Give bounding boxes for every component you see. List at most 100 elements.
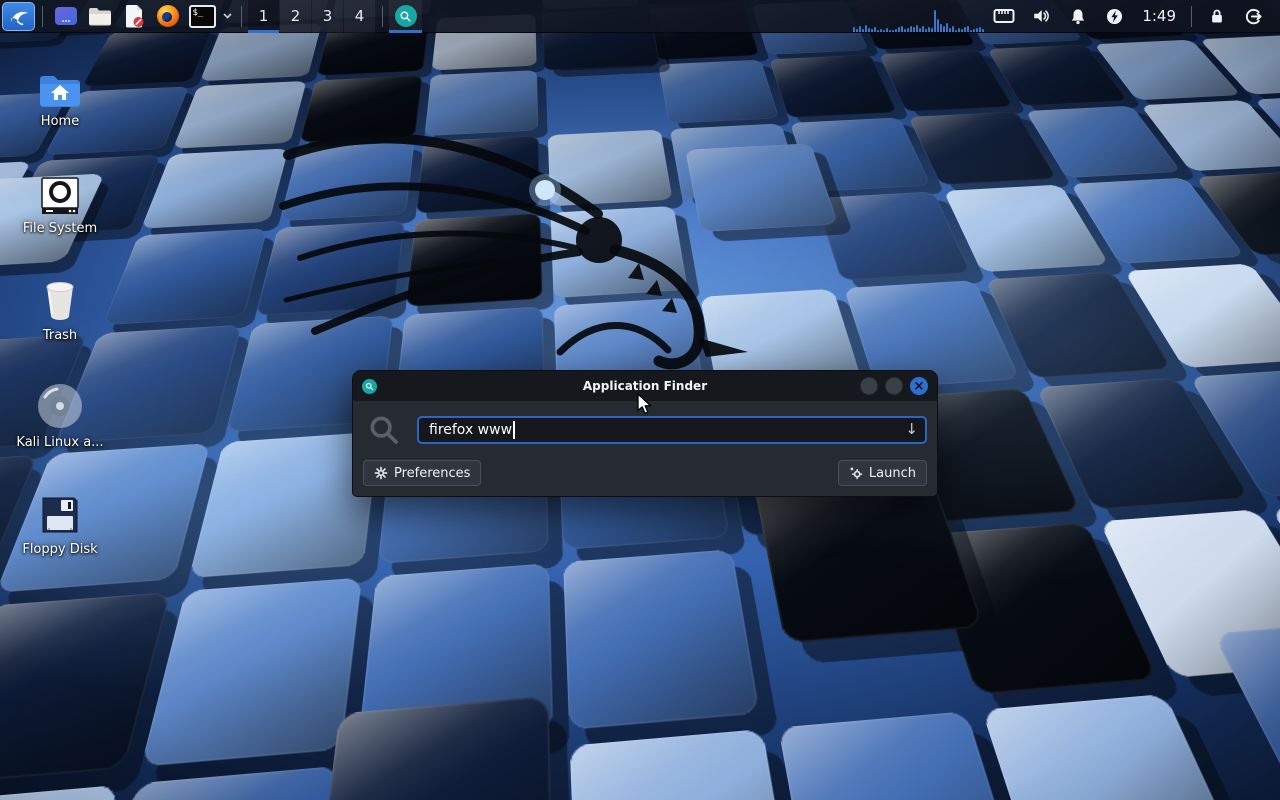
launcher-terminal[interactable]: $_ <box>185 0 219 33</box>
close-button[interactable]: × <box>910 377 928 395</box>
chevron-down-icon <box>223 13 232 19</box>
firefox-icon <box>157 5 179 27</box>
workspace-1[interactable]: 1 <box>248 0 279 33</box>
cpu-bar <box>928 27 930 32</box>
window-title: Application Finder <box>353 379 937 393</box>
cpu-bar <box>943 26 945 32</box>
text-caret <box>513 421 515 439</box>
network-icon[interactable] <box>985 0 1022 33</box>
cpu-bar <box>934 10 936 32</box>
cpu-bar <box>892 30 894 32</box>
icon-label: Trash <box>43 328 77 343</box>
cpu-bar <box>946 23 948 32</box>
cpu-bar <box>922 26 924 32</box>
cpu-bar <box>898 27 900 32</box>
cpu-bar <box>952 26 954 32</box>
cpu-bar <box>871 29 873 32</box>
cpu-bar <box>904 29 906 32</box>
cpu-bar <box>982 29 984 32</box>
desktop-icon-file-system[interactable]: File System <box>12 163 108 270</box>
cpu-bar <box>877 30 879 32</box>
cpu-bar <box>964 27 966 32</box>
cpu-bar <box>979 27 981 32</box>
kali-logo-icon <box>7 5 31 27</box>
top-panel: $_ 1 2 3 4 <box>0 0 1280 33</box>
preferences-label: Preferences <box>394 466 470 481</box>
cpu-graph[interactable] <box>851 0 985 33</box>
cpu-bar <box>910 26 912 32</box>
cpu-bar <box>913 27 915 32</box>
dashboard-icon <box>55 7 77 25</box>
workspace-4[interactable]: 4 <box>344 0 375 33</box>
cpu-bar <box>961 29 963 32</box>
floppy-disk-icon <box>39 484 81 536</box>
icon-label: Kali Linux a... <box>16 435 103 450</box>
launcher-dropdown[interactable] <box>219 0 235 33</box>
cpu-bar <box>901 26 903 32</box>
logout-icon[interactable] <box>1235 0 1272 33</box>
cpu-bar <box>925 29 927 32</box>
lock-screen-icon[interactable] <box>1198 0 1235 33</box>
clock[interactable]: 1:49 <box>1133 7 1185 25</box>
text-editor-icon <box>123 4 145 28</box>
cpu-bar <box>937 19 939 32</box>
desktop-icon-trash[interactable]: Trash <box>12 270 108 377</box>
cpu-bar <box>889 30 891 32</box>
panel-separator <box>42 6 43 27</box>
desktop-icon-floppy-disk[interactable]: Floppy Disk <box>12 484 108 591</box>
cpu-bar <box>886 28 888 32</box>
cpu-bar <box>940 24 942 32</box>
panel-separator <box>241 6 242 27</box>
finder-actions: Preferences Launch <box>353 447 937 486</box>
launcher-dashboard[interactable] <box>49 0 83 33</box>
desktop-icon-home[interactable]: Home <box>12 56 108 163</box>
close-icon: × <box>914 380 925 393</box>
launch-button[interactable]: Launch <box>838 460 927 486</box>
cpu-bar <box>916 25 918 32</box>
cpu-bar <box>931 28 933 32</box>
desktop-icon-kali-iso[interactable]: Kali Linux a... <box>12 377 108 484</box>
cpu-bar <box>976 28 978 32</box>
launcher-file-manager[interactable] <box>83 0 117 33</box>
cpu-bar <box>865 25 867 32</box>
applications-menu-button[interactable] <box>2 2 35 31</box>
launch-icon <box>849 466 863 480</box>
desktop-icon-column: Home File System <box>12 56 108 591</box>
file-manager-icon <box>88 6 112 26</box>
launch-label: Launch <box>869 466 916 481</box>
cpu-bar <box>853 27 855 32</box>
icon-label: Home <box>41 114 79 129</box>
disc-icon <box>37 377 83 429</box>
taskbar-application-finder[interactable] <box>389 0 422 33</box>
launcher-firefox[interactable] <box>151 0 185 33</box>
cpu-bar <box>859 26 861 32</box>
cpu-bar <box>907 28 909 32</box>
cpu-bar <box>874 27 876 32</box>
workspace-2[interactable]: 2 <box>280 0 311 33</box>
window-icon <box>362 379 377 394</box>
minimize-button[interactable] <box>860 377 878 395</box>
cpu-bar <box>973 29 975 32</box>
maximize-button[interactable] <box>885 377 903 395</box>
cpu-bar <box>949 28 951 32</box>
preferences-button[interactable]: Preferences <box>363 460 481 486</box>
power-manager-icon[interactable] <box>1096 0 1133 33</box>
panel-left-cluster: $_ 1 2 3 4 <box>0 0 422 32</box>
cpu-bar <box>970 30 972 32</box>
application-finder-window: Application Finder × ↓ <box>352 370 938 497</box>
hard-drive-icon <box>39 163 81 215</box>
volume-icon[interactable] <box>1022 0 1059 33</box>
notifications-bell-icon[interactable] <box>1059 0 1096 33</box>
search-icon <box>367 413 401 447</box>
workspace-3[interactable]: 3 <box>312 0 343 33</box>
desktop: Home File System <box>0 0 1280 800</box>
mouse-cursor <box>637 393 653 415</box>
search-input[interactable] <box>417 416 927 444</box>
icon-label: Floppy Disk <box>22 542 97 557</box>
terminal-prompt-glyph: $_ <box>193 8 204 18</box>
app-finder-icon <box>395 5 417 27</box>
cpu-bar <box>967 26 969 32</box>
cpu-bar <box>955 30 957 32</box>
cpu-bar <box>880 29 882 32</box>
launcher-text-editor[interactable] <box>117 0 151 33</box>
